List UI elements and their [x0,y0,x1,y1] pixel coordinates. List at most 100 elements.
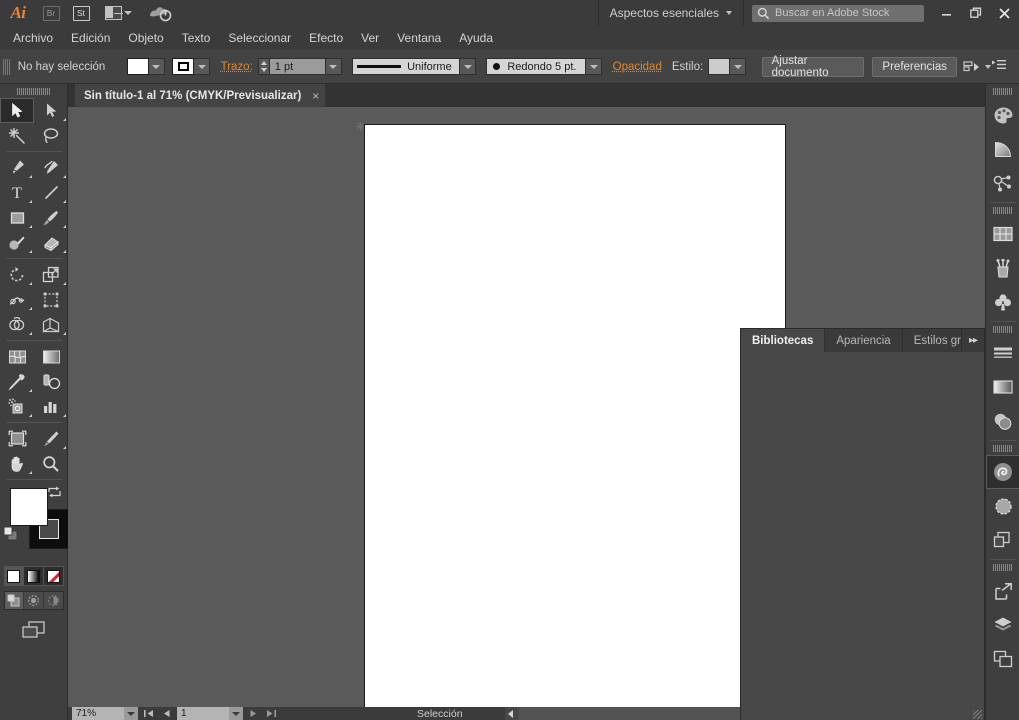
tool-magic-wand[interactable] [0,123,34,148]
fill-swatch[interactable] [127,58,149,75]
minimize-button[interactable] [932,0,961,26]
menu-edicion[interactable]: Edición [62,26,119,50]
restore-button[interactable] [961,0,990,26]
stroke-weight-control[interactable]: 1 pt [258,58,342,75]
search-input[interactable]: Buscar en Adobe Stock [775,7,889,19]
artboard-number-dropdown-button[interactable] [229,707,243,720]
tool-symbol-sprayer[interactable] [0,394,34,419]
tool-pen[interactable] [0,155,34,180]
panel-icon-swatches[interactable] [986,217,1019,251]
bridge-button[interactable]: Br [36,0,66,26]
panel-icon-brushes[interactable] [986,251,1019,285]
brush-definition-dropdown-button[interactable] [586,58,602,75]
panel-icon-color-themes[interactable] [986,166,1019,200]
draw-inside-button[interactable] [44,592,63,609]
draw-behind-button[interactable] [24,592,44,609]
previous-artboard-button[interactable] [159,707,174,720]
cc-sync-button[interactable] [140,0,180,26]
tool-scale[interactable] [34,262,68,287]
tool-rectangle[interactable] [0,205,34,230]
stock-button[interactable]: St [66,0,96,26]
tool-rotate[interactable] [0,262,34,287]
graphic-style-swatch[interactable] [708,58,730,75]
panel-dock-grip-4[interactable] [993,445,1013,452]
tool-perspective-grid[interactable] [34,312,68,337]
panel-icon-transparency[interactable] [986,404,1019,438]
stroke-dropdown-button[interactable] [194,58,210,75]
color-mode-button[interactable] [5,567,25,585]
fit-document-button[interactable]: Ajustar documento [762,57,864,77]
artboard[interactable] [364,124,786,707]
panel-dock-grip-1[interactable] [993,88,1013,95]
panel-icon-pathfinder[interactable] [986,523,1019,557]
menu-efecto[interactable]: Efecto [300,26,352,50]
menu-texto[interactable]: Texto [173,26,220,50]
panel-icon-artboards[interactable] [986,642,1019,676]
stroke-swatch[interactable] [172,58,194,75]
menu-ver[interactable]: Ver [352,26,388,50]
fill-color-control[interactable] [127,58,165,75]
tool-artboard[interactable] [0,426,34,451]
document-tab[interactable]: Sin título-1 al 71% (CMYK/Previsualizar)… [75,84,325,107]
panel-icon-transform[interactable] [986,574,1019,608]
default-fill-stroke-button[interactable] [3,526,19,547]
menu-ventana[interactable]: Ventana [388,26,450,50]
graphic-style-dropdown-button[interactable] [730,58,746,75]
close-button[interactable] [990,0,1019,26]
fill-dropdown-button[interactable] [149,58,165,75]
tool-mesh[interactable] [0,344,34,369]
tool-blend[interactable] [34,369,68,394]
menu-ayuda[interactable]: Ayuda [450,26,502,50]
tool-selection[interactable] [0,98,34,123]
panel-icon-libraries[interactable] [986,455,1019,489]
control-bar-grip[interactable] [3,59,11,75]
next-artboard-button[interactable] [246,707,261,720]
panel-menu-button[interactable] [991,58,1019,76]
tool-width[interactable] [0,287,34,312]
menu-seleccionar[interactable]: Seleccionar [219,26,300,50]
tool-line-segment[interactable] [34,180,68,205]
panel-icon-color-guide[interactable] [986,132,1019,166]
draw-normal-button[interactable] [5,592,25,609]
arrange-documents-button[interactable] [96,0,140,26]
tool-lasso[interactable] [34,123,68,148]
zoom-control[interactable]: 71% [72,707,138,720]
scroll-left-icon[interactable] [508,710,513,718]
tool-paintbrush[interactable] [34,205,68,230]
document-tab-close-icon[interactable]: × [312,89,319,103]
tool-gradient[interactable] [34,344,68,369]
brush-definition-display[interactable]: Redondo 5 pt. [486,58,586,75]
stroke-weight-dropdown-button[interactable] [326,58,342,75]
gradient-mode-button[interactable] [24,567,44,585]
artboard-number-input[interactable]: 1 [177,707,229,720]
align-control[interactable] [963,59,991,74]
tool-shaper[interactable] [0,230,34,255]
panel-dock-grip-3[interactable] [993,326,1013,333]
panel-dock-grip-2[interactable] [993,207,1013,214]
stroke-profile-control[interactable]: Uniforme [352,58,476,75]
tool-eraser[interactable] [34,230,68,255]
panel-overflow-button[interactable]: ▸▸ [962,329,984,352]
tool-eyedropper[interactable] [0,369,34,394]
swap-fill-stroke-button[interactable] [47,486,62,504]
artboard-number-control[interactable]: 1 [177,707,243,720]
adobe-stock-search[interactable]: Buscar en Adobe Stock [752,5,924,22]
panel-icon-image-trace[interactable] [986,489,1019,523]
stroke-weight-stepper[interactable] [258,58,270,75]
tool-zoom[interactable] [34,451,68,476]
tool-column-graph[interactable] [34,394,68,419]
panel-icon-stroke[interactable] [986,336,1019,370]
menu-archivo[interactable]: Archivo [4,26,62,50]
stroke-color-control[interactable] [172,58,210,75]
graphic-style-control[interactable] [708,58,746,75]
screen-mode-button[interactable] [0,620,67,640]
tool-hand[interactable] [0,451,34,476]
stroke-weight-label[interactable]: Trazo: [221,61,253,73]
panel-icon-symbols[interactable] [986,285,1019,319]
tools-panel-grip[interactable] [17,88,51,95]
tool-free-transform[interactable] [34,287,68,312]
stroke-profile-dropdown-button[interactable] [460,58,476,75]
tool-type[interactable]: T [0,180,34,205]
toolbar-fill-swatch[interactable] [10,488,48,526]
panel-dock-grip-5[interactable] [993,564,1013,571]
